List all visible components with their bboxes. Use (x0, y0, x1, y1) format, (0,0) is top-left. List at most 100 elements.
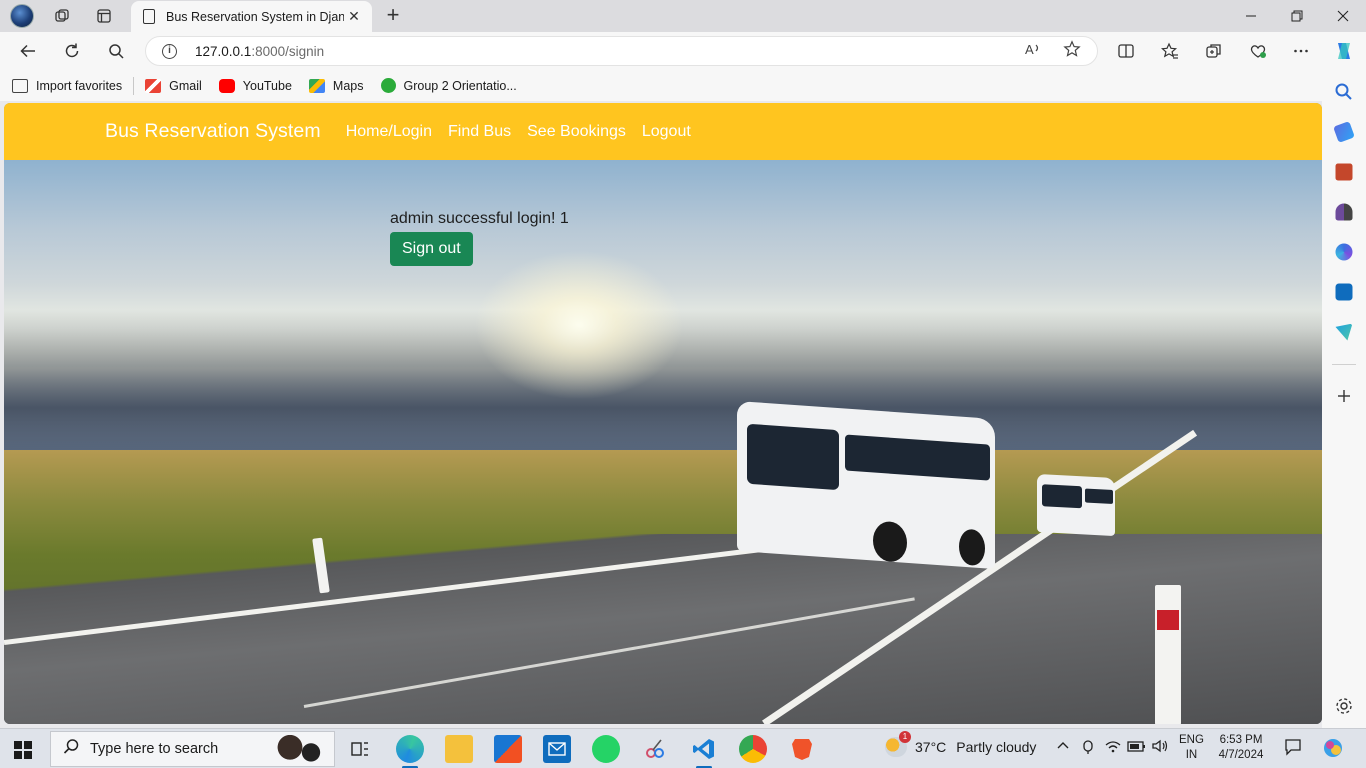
hero-background-image: admin successful login! 1 Sign out (4, 160, 1322, 724)
fav-label: Maps (332, 78, 364, 93)
volume-icon[interactable] (1151, 739, 1169, 756)
drop-icon[interactable] (1335, 323, 1353, 341)
notifications-icon[interactable] (1284, 738, 1302, 759)
fav-youtube[interactable]: YouTube (218, 78, 292, 93)
page-viewport: Bus Reservation System Home/Login Find B… (4, 103, 1322, 724)
shopping-tag-icon[interactable] (1333, 121, 1355, 143)
search-icon[interactable] (101, 37, 131, 65)
weather-desc: Partly cloudy (956, 739, 1037, 755)
refresh-button[interactable] (57, 37, 87, 65)
browser-tab-strip: Bus Reservation System in Djang ✕ + (0, 0, 1366, 32)
login-status-panel: admin successful login! 1 Sign out (390, 210, 569, 266)
taskbar-search-box[interactable]: Type here to search (50, 731, 335, 767)
nav-link-see-bookings[interactable]: See Bookings (527, 123, 626, 141)
import-favorites-icon (12, 78, 28, 93)
collections-icon[interactable] (1199, 37, 1229, 65)
nav-link-logout[interactable]: Logout (642, 123, 691, 141)
restore-button[interactable] (1274, 0, 1320, 32)
navbar-brand[interactable]: Bus Reservation System (105, 120, 321, 143)
battery-icon[interactable] (1127, 739, 1147, 756)
favorites-icon[interactable] (1155, 37, 1185, 65)
new-tab-button[interactable]: + (381, 3, 405, 27)
wifi-icon[interactable] (1104, 739, 1122, 756)
vscode-icon[interactable] (690, 735, 718, 768)
brave-icon[interactable] (788, 735, 816, 763)
copilot-taskbar-icon[interactable] (1322, 737, 1344, 762)
url-path: :8000/signin (251, 43, 325, 59)
add-sidebar-app-icon[interactable] (1334, 386, 1354, 406)
whatsapp-icon[interactable] (592, 735, 620, 763)
taskbar-clock[interactable]: 6:53 PM 4/7/2024 (1215, 733, 1267, 763)
sidebar-settings-icon[interactable] (1334, 696, 1354, 716)
sidebar-search-icon[interactable] (1334, 82, 1354, 102)
fav-label: YouTube (242, 78, 292, 93)
page-icon (143, 9, 155, 24)
fav-label: Gmail (169, 78, 202, 93)
nav-link-find-bus[interactable]: Find Bus (448, 123, 511, 141)
browser-essentials-icon[interactable] (1243, 37, 1273, 65)
svg-text:A: A (1025, 42, 1034, 57)
sign-out-button[interactable]: Sign out (390, 232, 473, 266)
weather-badge: 1 (899, 731, 911, 743)
mail-icon[interactable] (543, 735, 571, 763)
clock-time: 6:53 PM (1219, 734, 1263, 746)
search-highlight-image (266, 732, 326, 766)
group-icon (380, 78, 396, 93)
edge-taskbar-icon[interactable] (396, 735, 424, 768)
lang-code: ENG (1179, 734, 1204, 746)
show-hidden-icons-chevron-icon[interactable] (1056, 739, 1070, 756)
partly-cloudy-icon: 1 (885, 731, 911, 757)
back-button[interactable] (13, 37, 43, 65)
hero-sun (474, 250, 684, 400)
address-bar[interactable]: i 127.0.0.1:8000/signin A (145, 36, 1098, 66)
edge-sidebar (1322, 70, 1366, 728)
clock-date: 4/7/2024 (1218, 749, 1264, 761)
windows-logo-icon (14, 741, 22, 749)
split-screen-icon[interactable] (1111, 37, 1141, 65)
input-language[interactable]: ENG IN (1179, 733, 1204, 763)
site-info-icon[interactable]: i (162, 43, 177, 59)
snipping-tool-icon[interactable] (641, 735, 669, 763)
youtube-icon (218, 78, 235, 93)
weather-widget[interactable]: 1 37°C Partly cloudy (885, 731, 1037, 757)
windows-taskbar: Type here to search 1 37°C Partly cloudy (0, 728, 1366, 768)
taskbar-search-placeholder: Type here to search (90, 741, 219, 757)
tab-actions-icon[interactable] (90, 4, 118, 28)
avatar-icon (10, 4, 34, 28)
tab-active[interactable]: Bus Reservation System in Djang ✕ (131, 1, 372, 32)
workspaces-icon[interactable] (48, 4, 76, 28)
site-navbar: Bus Reservation System Home/Login Find B… (4, 103, 1322, 160)
gmail-icon (145, 78, 162, 93)
fav-label: Import favorites (36, 78, 123, 93)
copilot-icon[interactable] (1329, 37, 1359, 65)
fav-label: Group 2 Orientatio... (403, 78, 517, 93)
nav-link-home-login[interactable]: Home/Login (346, 123, 432, 141)
fav-gmail[interactable]: Gmail (145, 78, 202, 93)
fav-maps[interactable]: Maps (308, 78, 364, 93)
outlook-icon[interactable] (1335, 283, 1353, 301)
read-aloud-icon[interactable]: A (1024, 40, 1042, 63)
login-success-message: admin successful login! 1 (390, 210, 569, 227)
favorite-star-icon[interactable] (1063, 40, 1081, 63)
microsoft-store-icon[interactable] (494, 735, 522, 763)
profile-avatar[interactable] (8, 4, 36, 28)
fav-group-2[interactable]: Group 2 Orientatio... (380, 78, 517, 93)
maps-icon (308, 78, 325, 93)
chrome-icon[interactable] (739, 735, 767, 763)
meet-now-icon[interactable] (1081, 739, 1095, 758)
more-options-icon[interactable] (1286, 37, 1316, 65)
task-view-icon[interactable] (346, 735, 374, 763)
tab-title: Bus Reservation System in Djang (166, 9, 344, 24)
minimize-button[interactable] (1228, 0, 1274, 32)
fav-import-favorites[interactable]: Import favorites (12, 78, 123, 93)
microsoft-365-icon[interactable] (1335, 243, 1353, 261)
favorites-bar: Import favorites Gmail YouTube Maps Grou… (0, 70, 1366, 101)
start-button[interactable] (14, 741, 32, 759)
close-window-button[interactable] (1320, 0, 1366, 32)
bus-image-far (1037, 473, 1115, 537)
tools-briefcase-icon[interactable] (1335, 163, 1353, 181)
file-explorer-icon[interactable] (445, 735, 473, 763)
tab-close-icon[interactable]: ✕ (344, 8, 364, 25)
weather-temp: 37°C (915, 739, 947, 755)
games-icon[interactable] (1335, 203, 1353, 221)
